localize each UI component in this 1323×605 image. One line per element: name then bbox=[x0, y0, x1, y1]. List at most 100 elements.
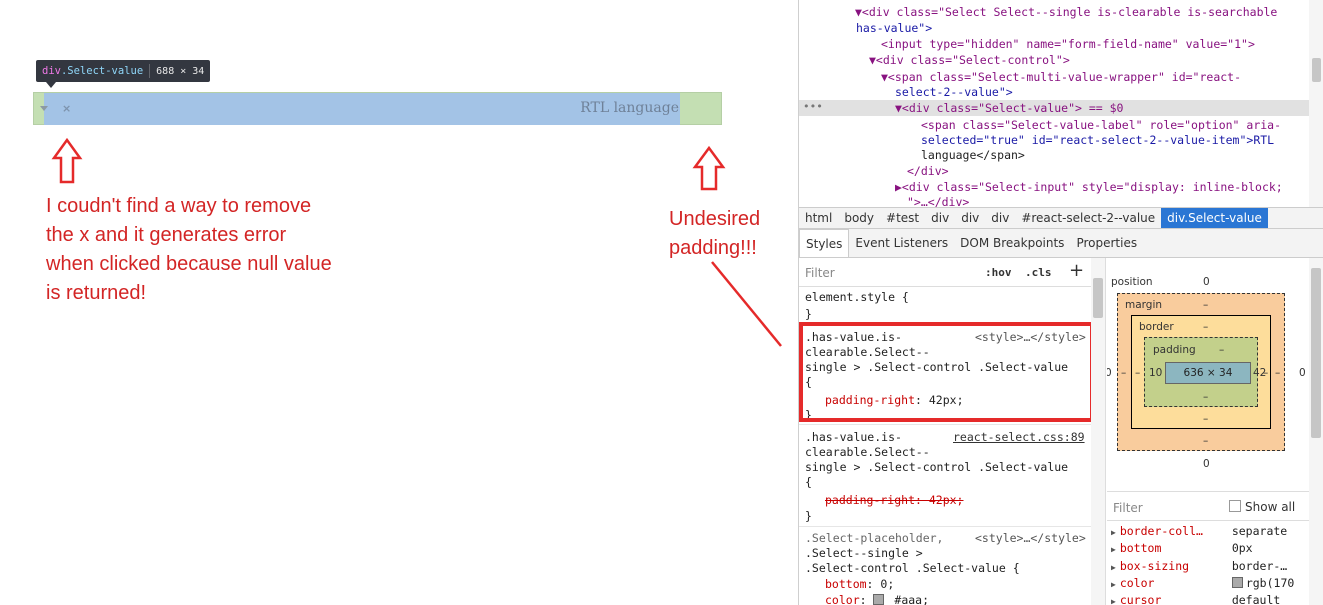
tab-dom-breakpoints[interactable]: DOM Breakpoints bbox=[954, 229, 1070, 257]
computed-prop-row[interactable]: ▶ box-sizing border-… bbox=[1111, 559, 1287, 573]
computed-scrollbar[interactable] bbox=[1309, 258, 1323, 605]
rule2-overridden-property[interactable]: padding-right: 42px; bbox=[825, 493, 963, 508]
margin-top-value[interactable]: – bbox=[1203, 299, 1208, 311]
rule3-selector-line: .Select--single > bbox=[805, 546, 923, 560]
computed-prop-row[interactable]: ▶ cursor default bbox=[1111, 593, 1280, 605]
margin-left-value[interactable]: – bbox=[1121, 367, 1126, 379]
computed-scroll-thumb[interactable] bbox=[1311, 268, 1321, 438]
expand-triangle-icon[interactable]: ▶ bbox=[1111, 545, 1116, 554]
dom-node-select-cont[interactable]: has-value"> bbox=[856, 21, 932, 36]
dom-node-value-label-cont[interactable]: selected="true" id="react-select-2--valu… bbox=[921, 133, 1274, 148]
crumb-div-2[interactable]: div bbox=[955, 208, 985, 228]
border-bottom-value[interactable]: – bbox=[1203, 413, 1208, 425]
sidebar-tabs: Styles Event Listeners DOM Breakpoints P… bbox=[799, 229, 1323, 258]
border-label: border bbox=[1139, 321, 1174, 333]
dom-line-text: select-2--value"> bbox=[895, 85, 1013, 99]
border-top-value[interactable]: – bbox=[1203, 321, 1208, 333]
padding-left-value[interactable]: 10 bbox=[1149, 367, 1162, 379]
rule3-prop-name[interactable]: color bbox=[825, 593, 860, 605]
tab-styles[interactable]: Styles bbox=[799, 229, 850, 257]
border-left-value[interactable]: – bbox=[1135, 367, 1140, 379]
position-left-value[interactable]: 0 bbox=[1107, 367, 1112, 379]
tab-properties[interactable]: Properties bbox=[1070, 229, 1143, 257]
show-all-checkbox[interactable] bbox=[1229, 500, 1241, 512]
hov-toggle-button[interactable]: :hov bbox=[985, 266, 1012, 279]
dom-node-value-label-text[interactable]: language</span> bbox=[921, 148, 1025, 163]
computed-prop-row[interactable]: ▶ color rgb(170 bbox=[1111, 576, 1294, 590]
elements-tree[interactable]: ••• ▼<div class="Select Select--single i… bbox=[799, 0, 1309, 207]
elements-scrollbar[interactable] bbox=[1309, 0, 1323, 207]
crumb-div-3[interactable]: div bbox=[985, 208, 1015, 228]
tab-event-listeners[interactable]: Event Listeners bbox=[849, 229, 954, 257]
rule2-open-brace: { bbox=[805, 475, 812, 489]
computed-filter-input[interactable]: Filter bbox=[1113, 501, 1143, 515]
padding-bottom-value[interactable]: – bbox=[1203, 391, 1208, 403]
expand-triangle-icon[interactable]: ▶ bbox=[1111, 528, 1116, 537]
computed-prop-row[interactable]: ▶ border-coll… separate bbox=[1111, 524, 1287, 538]
computed-pane: position 0 0 0 margin – – – – border – –… bbox=[1107, 258, 1323, 605]
crumb-div-1[interactable]: div bbox=[925, 208, 955, 228]
dom-line-text: language</span> bbox=[921, 148, 1025, 162]
rule3-property-bottom[interactable]: bottom: 0; bbox=[825, 577, 894, 592]
color-swatch-icon[interactable] bbox=[1231, 577, 1243, 588]
computed-prop-value: border-… bbox=[1231, 559, 1288, 573]
rule2-source-link[interactable]: react-select.css:89 bbox=[953, 430, 1085, 445]
dom-node-select-input-cont[interactable]: ">…</div> bbox=[907, 195, 969, 207]
crumb-react-select[interactable]: #react-select-2--value bbox=[1015, 208, 1161, 228]
crumb-body[interactable]: body bbox=[838, 208, 880, 228]
dom-node-value-wrapper[interactable]: ▼<span class="Select-multi-value-wrapper… bbox=[881, 70, 1241, 85]
computed-prop-value: default bbox=[1231, 593, 1281, 605]
expand-triangle-icon[interactable]: ▶ bbox=[1111, 563, 1116, 572]
rule3-selector-line: .Select-control .Select-value { bbox=[805, 561, 1020, 575]
crumb-test[interactable]: #test bbox=[880, 208, 925, 228]
position-right-value[interactable]: 0 bbox=[1299, 367, 1306, 379]
margin-right-value[interactable]: – bbox=[1275, 367, 1280, 379]
margin-bottom-value[interactable]: – bbox=[1203, 435, 1208, 447]
dom-node-close-div[interactable]: </div> bbox=[907, 164, 949, 179]
position-top-value[interactable]: 0 bbox=[1203, 276, 1210, 288]
dom-line-text: <input type="hidden" name="form-field-na… bbox=[881, 37, 1255, 51]
node-menu-icon[interactable]: ••• bbox=[803, 100, 823, 113]
dom-node-select-value[interactable]: ▼<div class="Select-value"> == $0 bbox=[895, 101, 1123, 116]
rule-divider bbox=[799, 526, 1091, 527]
show-all-label[interactable]: Show all bbox=[1245, 500, 1295, 514]
styles-scroll-thumb[interactable] bbox=[1093, 278, 1103, 318]
rule2-selector-line[interactable]: .has-value.is- bbox=[805, 430, 902, 445]
dom-node-input[interactable]: <input type="hidden" name="form-field-na… bbox=[881, 37, 1255, 52]
dom-node-select-input[interactable]: ▶<div class="Select-input" style="displa… bbox=[895, 180, 1283, 195]
computed-prop-name: cursor bbox=[1119, 593, 1162, 605]
computed-prop-row[interactable]: ▶ bottom 0px bbox=[1111, 541, 1253, 555]
elements-scroll-thumb[interactable] bbox=[1312, 58, 1321, 82]
rule3-prop-value[interactable]: 0; bbox=[873, 577, 894, 591]
rule2-selector-line: clearable.Select-- bbox=[805, 445, 930, 459]
dom-line-text: ▶<div class="Select-input" style="displa… bbox=[895, 180, 1283, 194]
crumb-select-value[interactable]: div.Select-value bbox=[1161, 208, 1268, 228]
rule3-source[interactable]: <style>…</style> bbox=[975, 531, 1086, 546]
crumb-html[interactable]: html bbox=[799, 208, 838, 228]
cls-toggle-button[interactable]: .cls bbox=[1025, 266, 1052, 279]
dom-node-select[interactable]: ▼<div class="Select Select--single is-cl… bbox=[855, 5, 1277, 20]
computed-prop-value: separate bbox=[1231, 524, 1288, 538]
element-style-selector[interactable]: element.style { bbox=[805, 290, 909, 305]
rule3-prop-value[interactable]: #aaa; bbox=[887, 593, 929, 605]
color-swatch-icon[interactable] bbox=[873, 594, 885, 605]
dom-node-value-wrapper-cont[interactable]: select-2--value"> bbox=[895, 85, 1013, 100]
styles-scrollbar[interactable] bbox=[1091, 258, 1106, 605]
new-rule-plus-icon[interactable]: + bbox=[1069, 260, 1084, 281]
padding-top-value[interactable]: – bbox=[1219, 344, 1224, 356]
content-box[interactable]: 636 × 34 bbox=[1165, 362, 1251, 384]
computed-prop-value: rgb(170 bbox=[1245, 576, 1295, 590]
rule3-selector-line[interactable]: .Select-placeholder, bbox=[805, 531, 943, 546]
devtools-panel: ••• ▼<div class="Select Select--single i… bbox=[798, 0, 1323, 605]
rule3-prop-name[interactable]: bottom bbox=[825, 577, 867, 591]
rule3-property-color[interactable]: color: #aaa; bbox=[825, 593, 929, 605]
position-bottom-value[interactable]: 0 bbox=[1203, 458, 1210, 470]
dom-line-text: ▼<span class="Select-multi-value-wrapper… bbox=[881, 70, 1242, 84]
expand-triangle-icon[interactable]: ▶ bbox=[1111, 580, 1116, 589]
expand-triangle-icon[interactable]: ▶ bbox=[1111, 597, 1116, 605]
styles-filter-input[interactable]: Filter bbox=[805, 266, 835, 280]
dom-node-value-label[interactable]: <span class="Select-value-label" role="o… bbox=[921, 118, 1281, 133]
padding-right-value[interactable]: 42 bbox=[1253, 367, 1266, 379]
dom-node-select-control[interactable]: ▼<div class="Select-control"> bbox=[869, 53, 1070, 68]
rule2-close: } bbox=[805, 509, 812, 523]
